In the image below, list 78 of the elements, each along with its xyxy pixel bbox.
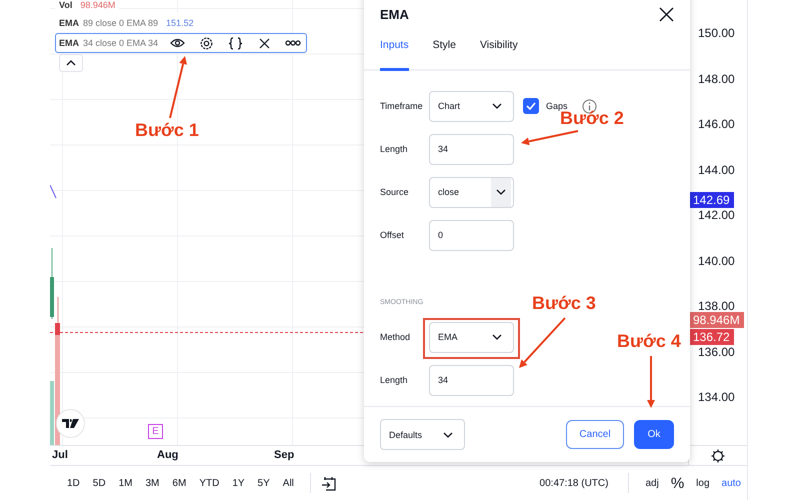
indicator-params: 34 close 0 EMA 34 bbox=[83, 38, 158, 48]
chevron-down-icon bbox=[492, 103, 502, 110]
indicator-name: EMA bbox=[59, 18, 79, 28]
offset-input[interactable]: 0 bbox=[429, 220, 514, 251]
volume-value: 98.946M bbox=[80, 0, 116, 10]
arrow bbox=[169, 56, 187, 118]
chevron-down-icon bbox=[443, 432, 453, 438]
time-axis-label: Jul bbox=[52, 449, 68, 461]
range-button[interactable]: 5D bbox=[88, 476, 111, 490]
field-label: Source bbox=[380, 187, 410, 198]
length-input[interactable]: 34 bbox=[429, 134, 514, 165]
settings-icon[interactable] bbox=[711, 448, 725, 462]
price-axis-label: 134.00 bbox=[698, 390, 735, 404]
price-axis-label: 150.00 bbox=[698, 26, 735, 40]
cancel-button[interactable]: Cancel bbox=[566, 420, 624, 450]
gaps-label: Gaps bbox=[546, 101, 568, 112]
range-button[interactable]: 3M bbox=[140, 476, 164, 490]
range-button[interactable]: 5Y bbox=[252, 476, 275, 490]
range-button[interactable]: YTD bbox=[194, 476, 224, 490]
collapse-button[interactable] bbox=[59, 54, 83, 72]
range-button[interactable]: 1D bbox=[62, 476, 85, 490]
price-axis-label: 142.00 bbox=[698, 208, 735, 222]
field-label: Offset bbox=[380, 230, 405, 240]
length-input[interactable]: 34 bbox=[429, 364, 514, 396]
adjust-toggle[interactable]: adj bbox=[639, 476, 665, 490]
chevron-down-icon bbox=[496, 189, 506, 196]
dialog-tab[interactable]: Style bbox=[432, 33, 456, 72]
indicator-legend-row[interactable]: EMA 34 close 0 EMA 34 bbox=[55, 33, 308, 53]
range-button[interactable]: 1M bbox=[114, 476, 138, 490]
indicator-value: 151.52 bbox=[166, 18, 194, 28]
method-select[interactable]: EMA bbox=[429, 322, 514, 353]
timeframe-select[interactable]: Chart bbox=[429, 90, 514, 122]
ok-button[interactable]: Ok bbox=[634, 420, 674, 450]
chevron-up-icon bbox=[66, 60, 76, 66]
range-button[interactable]: 6M bbox=[167, 476, 192, 490]
source-select[interactable]: close bbox=[429, 176, 514, 208]
indicator-name: EMA bbox=[59, 38, 79, 48]
price-axis-label: 138.00 bbox=[698, 299, 735, 313]
step-annotation: Bước 2 bbox=[560, 109, 624, 127]
price-badge: 98.946M bbox=[689, 312, 744, 328]
check-icon bbox=[526, 102, 536, 110]
arrow bbox=[521, 130, 578, 146]
price-axis-label: 136.00 bbox=[698, 344, 735, 358]
calendar-icon[interactable] bbox=[320, 476, 337, 490]
arrow bbox=[519, 317, 566, 368]
range-button[interactable]: 1Y bbox=[227, 476, 250, 490]
percent-toggle[interactable]: % bbox=[664, 472, 690, 494]
field-label: Length bbox=[380, 144, 409, 154]
volume-label: Vol bbox=[59, 0, 72, 10]
price-badge: 142.69 bbox=[689, 192, 734, 208]
price-badge: 136.72 bbox=[689, 329, 734, 345]
price-axis-label: 144.00 bbox=[698, 162, 735, 176]
dialog-tab[interactable]: Inputs bbox=[380, 33, 409, 72]
price-axis-label: 146.00 bbox=[698, 117, 735, 131]
earnings-marker[interactable]: E bbox=[148, 424, 163, 439]
step-annotation: Bước 4 bbox=[617, 332, 681, 350]
step-annotation: Bước 3 bbox=[532, 294, 596, 312]
gaps-checkbox[interactable] bbox=[523, 98, 539, 114]
close-icon[interactable] bbox=[659, 7, 674, 22]
field-label: Method bbox=[380, 332, 412, 342]
arrow bbox=[647, 356, 655, 408]
logo-icon[interactable] bbox=[56, 409, 85, 438]
dialog-tab[interactable]: Visibility bbox=[480, 33, 518, 72]
defaults-select[interactable]: Defaults bbox=[380, 419, 465, 450]
price-axis-label: 148.00 bbox=[698, 72, 735, 86]
field-label: Timeframe bbox=[380, 101, 424, 112]
range-button[interactable]: All bbox=[278, 476, 299, 490]
auto-toggle[interactable]: auto bbox=[716, 476, 747, 490]
time-axis-label: Aug bbox=[157, 449, 178, 461]
indicator-params: 89 close 0 EMA 89 bbox=[83, 18, 158, 28]
log-toggle[interactable]: log bbox=[690, 476, 716, 490]
time-axis-label: Sep bbox=[274, 449, 294, 461]
field-label: Length bbox=[380, 375, 409, 386]
step-annotation: Bước 1 bbox=[135, 121, 199, 139]
price-axis-label: 140.00 bbox=[698, 254, 735, 268]
dialog-title: EMA bbox=[380, 7, 409, 22]
chevron-down-icon bbox=[492, 334, 502, 340]
clock-text: 00:47:18 (UTC) bbox=[540, 478, 608, 488]
